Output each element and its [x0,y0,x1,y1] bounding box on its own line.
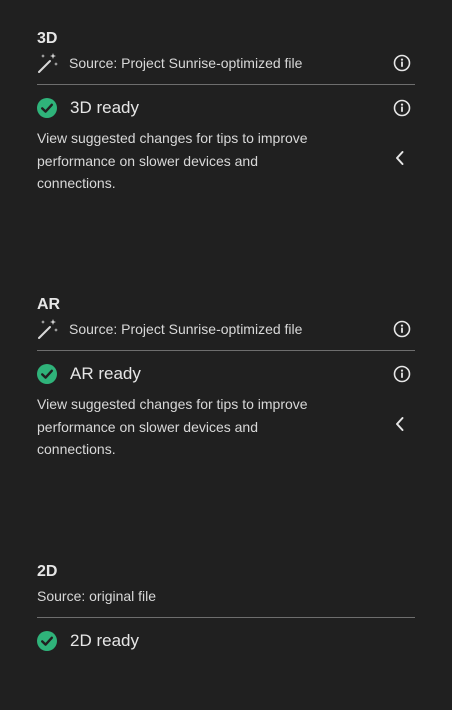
status-text: AR ready [70,364,141,383]
description-row: View suggested changes for tips to impro… [37,127,415,195]
description-text: View suggested changes for tips to impro… [37,396,308,457]
section-3d: 3D Source: Project Sunrise-optimized fil… [37,29,415,195]
section-title: AR [37,296,61,313]
source-text: Source: original file [37,588,157,604]
section-ar: AR Source: Project Sunrise-optimized fil… [37,295,415,461]
magic-wand-icon [37,52,59,74]
chevron-left-icon[interactable] [393,415,407,433]
divider [37,84,415,85]
info-icon[interactable] [393,54,411,72]
magic-wand-icon [37,318,59,340]
description-text: View suggested changes for tips to impro… [37,130,308,191]
check-circle-icon [37,631,57,651]
check-circle-icon [37,364,57,384]
source-row: Source: Project Sunrise-optimized file [37,51,415,75]
section-2d: 2D Source: original file 2D ready [37,562,415,656]
info-icon[interactable] [393,99,411,117]
status-row: AR ready [37,359,415,389]
source-text: Source: Project Sunrise-optimized file [69,321,303,337]
section-title: 2D [37,563,58,580]
divider [37,350,415,351]
section-title: 3D [37,30,58,47]
status-row: 3D ready [37,93,415,123]
info-icon[interactable] [393,320,411,338]
status-text: 3D ready [70,98,139,117]
status-text: 2D ready [70,631,139,650]
chevron-left-icon[interactable] [393,149,407,167]
info-icon[interactable] [393,365,411,383]
divider [37,617,415,618]
status-row: 2D ready [37,626,415,656]
check-circle-icon [37,98,57,118]
source-row: Source: Project Sunrise-optimized file [37,317,415,341]
source-row: Source: original file [37,584,415,608]
description-row: View suggested changes for tips to impro… [37,393,415,461]
source-text: Source: Project Sunrise-optimized file [69,55,303,71]
